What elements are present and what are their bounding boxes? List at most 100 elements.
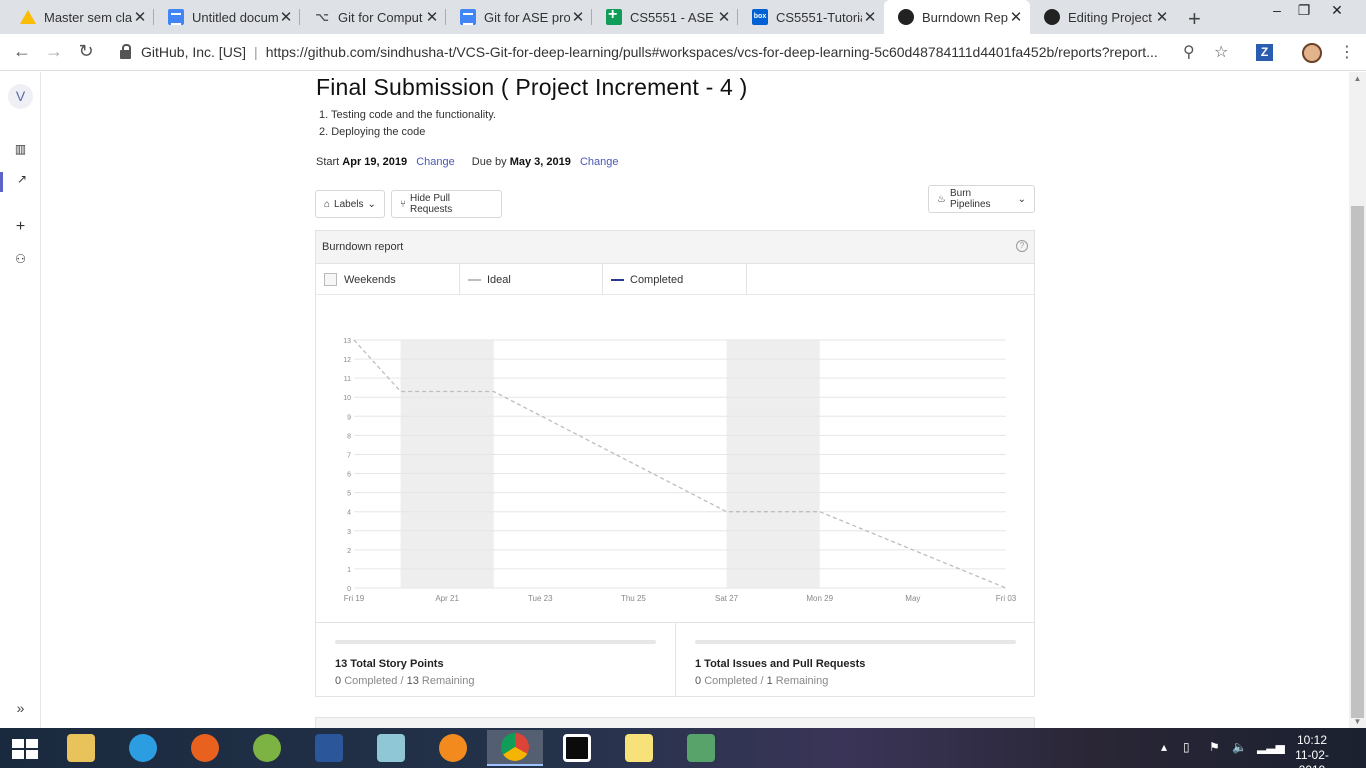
tray-expand-icon[interactable]: ▴ (1161, 740, 1167, 754)
sheets-icon (606, 6, 622, 25)
github-icon (1044, 9, 1060, 25)
close-icon[interactable]: ✕ (424, 8, 440, 26)
browser-tab[interactable]: Git for ASE proj ✕ (446, 0, 592, 34)
profile-avatar[interactable] (1302, 43, 1322, 63)
box-icon: box (752, 9, 768, 25)
internet-explorer-icon[interactable] (115, 730, 171, 766)
hide-pull-requests-button[interactable]: ⑂ Hide Pull Requests (391, 190, 502, 218)
due-date: May 3, 2019 (509, 156, 571, 168)
sticky-notes-icon[interactable] (611, 730, 667, 766)
y-tick-label: 2 (347, 548, 351, 555)
y-tick-label: 5 (347, 491, 351, 498)
close-icon[interactable]: ✕ (132, 8, 148, 26)
new-tab-button[interactable]: + (1188, 6, 1201, 32)
scroll-up-icon[interactable]: ▲ (1349, 74, 1366, 83)
browser-tab[interactable]: Master sem cla ✕ (6, 0, 154, 34)
app-icon[interactable] (425, 730, 481, 766)
ideal-swatch (468, 278, 481, 281)
due-label: Due by (471, 156, 507, 168)
minimize-icon[interactable]: – (1262, 2, 1292, 18)
page-scrollbar[interactable]: ▲ ▼ (1349, 72, 1366, 728)
browser-tab-active[interactable]: Burndown Repo ✕ (884, 0, 1030, 34)
word-icon[interactable] (301, 730, 357, 766)
add-icon[interactable]: + (0, 218, 41, 236)
change-start-link[interactable]: Change (416, 156, 455, 168)
weekend-band (400, 340, 494, 588)
burn-pipelines-button[interactable]: ♨ Burn Pipelines ⌄ (928, 185, 1035, 213)
labels-filter-button[interactable]: ⌂ Labels ⌄ (315, 190, 385, 218)
back-icon[interactable]: ← (10, 41, 34, 62)
address-bar[interactable]: GitHub, Inc. [US] | https://github.com/s… (110, 38, 1210, 66)
hide-pr-label: Hide Pull Requests (410, 193, 453, 215)
reload-icon[interactable]: ↻ (74, 41, 98, 62)
y-tick-label: 0 (347, 586, 351, 593)
legend-ideal: Ideal (460, 264, 603, 295)
remaining-count: 1 (766, 675, 773, 687)
y-tick-label: 12 (343, 357, 351, 364)
close-icon[interactable]: ✕ (716, 8, 732, 26)
close-icon[interactable]: ✕ (570, 8, 586, 26)
tab-title: Master sem cla (44, 9, 132, 25)
y-tick-label: 6 (347, 472, 351, 479)
scroll-thumb[interactable] (1351, 206, 1364, 718)
app-icon[interactable] (363, 730, 419, 766)
zoom-search-icon[interactable]: ⚲ (1183, 42, 1195, 62)
issues-progress (695, 640, 1016, 644)
site-identity[interactable]: GitHub, Inc. [US] (141, 44, 246, 60)
change-due-link[interactable]: Change (580, 156, 619, 168)
clock-date: 11-02-2019 (1295, 748, 1329, 768)
chrome-icon[interactable] (487, 730, 543, 766)
completed-label: Completed (344, 675, 398, 687)
expand-sidebar-icon[interactable]: » (0, 700, 41, 716)
start-date: Apr 19, 2019 (342, 156, 408, 168)
browser-tab[interactable]: box CS5551-Tutoria ✕ (738, 0, 884, 34)
file-explorer-icon[interactable] (53, 730, 109, 766)
weekends-toggle[interactable]: Weekends (316, 264, 460, 295)
android-studio-icon[interactable] (239, 730, 295, 766)
board-icon[interactable]: ▥ (0, 142, 41, 156)
remaining-count: 13 (406, 675, 419, 687)
x-tick-label: Mon 29 (806, 594, 833, 603)
browser-tab-strip: Master sem cla ✕ Untitled docum ✕ ⌥ Git … (0, 0, 1366, 34)
close-icon[interactable]: ✕ (1154, 8, 1170, 26)
y-tick-label: 9 (347, 414, 351, 421)
bookmark-star-icon[interactable]: ☆ (1214, 42, 1228, 62)
tray-notification-icon[interactable]: ⚑ (1209, 740, 1220, 754)
forward-icon[interactable]: → (42, 41, 66, 62)
network-icon[interactable]: ▂▃▅ (1257, 740, 1285, 754)
stat-breakdown: 0 Completed / 1 Remaining (695, 675, 1034, 687)
x-tick-label: Fri 03 (996, 594, 1017, 603)
url-text[interactable]: https://github.com/sindhusha-t/VCS-Git-f… (266, 44, 1196, 60)
stat-title: 13 Total Story Points (335, 658, 444, 670)
restore-icon[interactable]: ❐ (1289, 2, 1319, 19)
close-icon[interactable]: ✕ (278, 8, 294, 26)
add-user-icon[interactable]: ⚇ (0, 252, 41, 266)
close-icon[interactable]: ✕ (1008, 8, 1024, 26)
legend-weekends-label: Weekends (344, 273, 396, 286)
completed-count: 0 (695, 675, 702, 687)
firefox-icon[interactable] (177, 730, 233, 766)
workspace-avatar[interactable]: V (8, 84, 33, 109)
legend-completed: Completed (603, 264, 747, 295)
windows-start-icon[interactable] (12, 739, 38, 759)
close-icon[interactable]: ✕ (862, 8, 878, 26)
zenhub-extension-icon[interactable]: Z (1256, 44, 1273, 61)
browser-tab[interactable]: Untitled docum ✕ (154, 0, 300, 34)
volume-icon[interactable]: 🔈 (1232, 740, 1247, 754)
taskbar-clock[interactable]: 10:12 11-02-2019 (1282, 733, 1342, 768)
browser-tab[interactable]: CS5551 - ASE 2 ✕ (592, 0, 738, 34)
window-close-icon[interactable]: ✕ (1322, 2, 1352, 19)
app-icon[interactable] (673, 730, 729, 766)
tab-title: CS5551 - ASE 2 (630, 9, 716, 25)
reports-icon[interactable]: ↗ (0, 172, 41, 192)
issues-stat: 1 Total Issues and Pull Requests 0 Compl… (676, 623, 1034, 697)
labels-button-label: Labels (334, 198, 364, 210)
scroll-down-icon[interactable]: ▼ (1349, 717, 1366, 726)
tray-device-icon[interactable]: ▯ (1183, 740, 1190, 754)
menu-kebab-icon[interactable]: ⋮ (1339, 42, 1355, 62)
weekends-checkbox[interactable] (324, 273, 337, 286)
help-icon[interactable]: ? (1016, 240, 1028, 252)
app-icon[interactable] (549, 730, 605, 766)
browser-tab[interactable]: ⌥ Git for Comput ✕ (300, 0, 446, 34)
browser-tab[interactable]: Editing Project ✕ (1030, 0, 1176, 34)
